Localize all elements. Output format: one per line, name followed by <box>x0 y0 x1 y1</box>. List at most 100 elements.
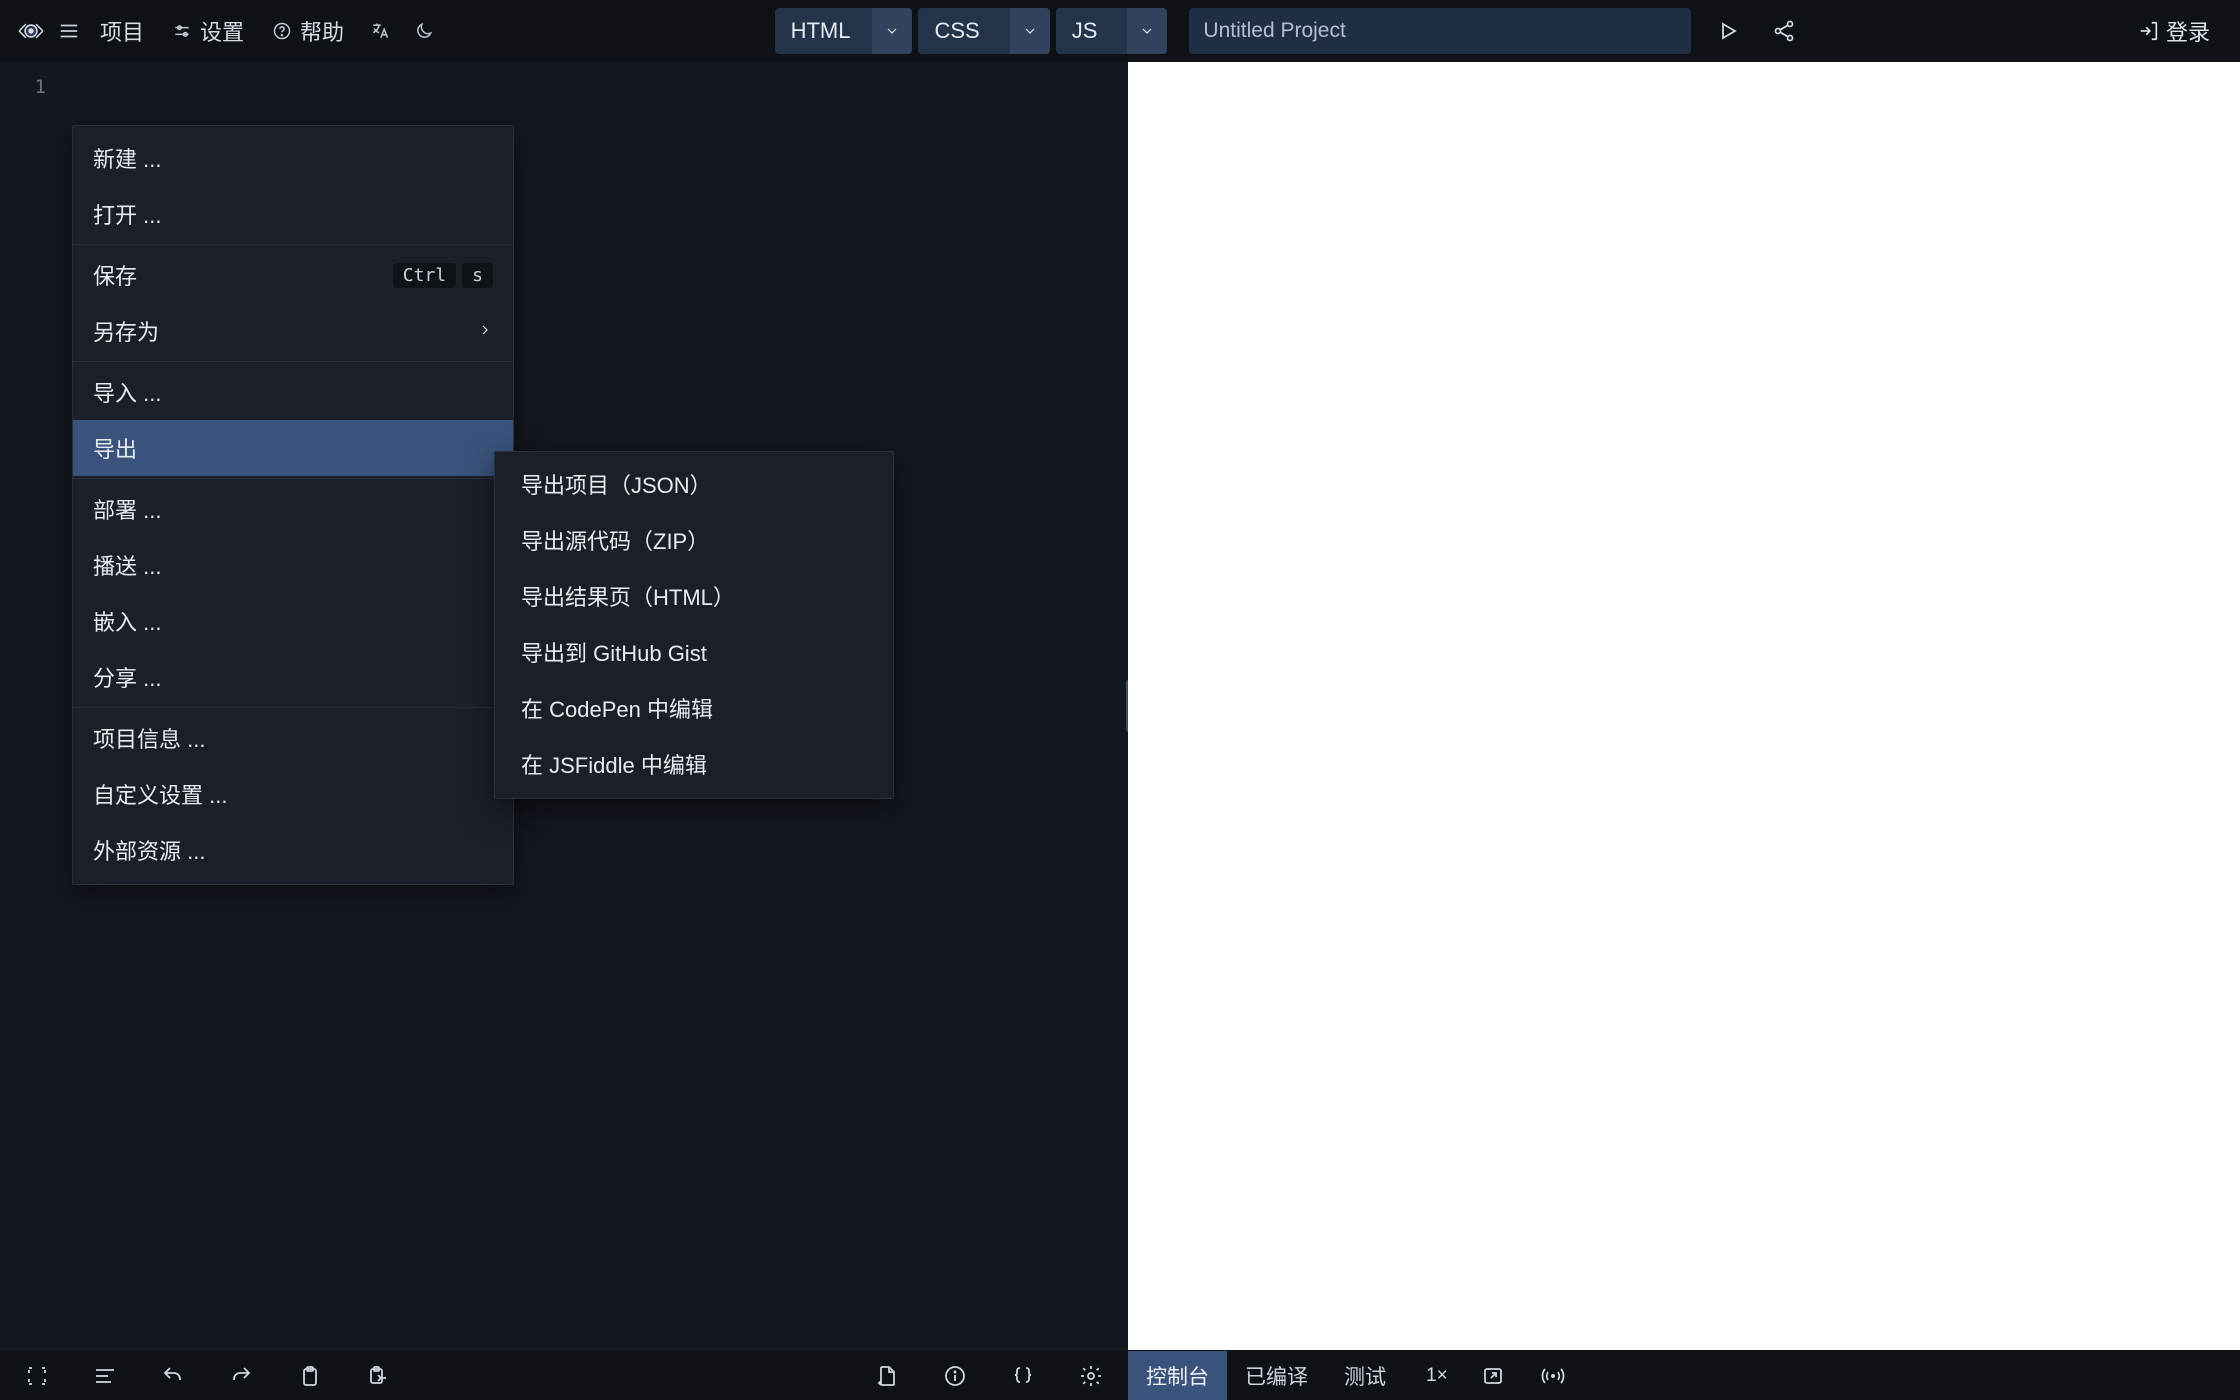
menu-item-new[interactable]: 新建 ... <box>73 130 513 186</box>
menu-item-project-info[interactable]: 项目信息 ... <box>73 710 513 766</box>
chevron-down-icon <box>1139 23 1155 39</box>
menu-item-label: 导出 <box>93 432 137 464</box>
redo-icon <box>229 1364 253 1388</box>
language-button[interactable] <box>362 11 398 51</box>
format-button[interactable] <box>90 1361 120 1391</box>
settings-button[interactable] <box>1076 1361 1106 1391</box>
external-window-icon <box>1481 1364 1505 1388</box>
project-title-input[interactable] <box>1189 8 1691 54</box>
output-tab-console[interactable]: 控制台 <box>1128 1351 1227 1400</box>
menu-project[interactable]: 项目 <box>90 11 154 51</box>
topbar-right-actions <box>1713 16 1799 46</box>
menu-item-label: 自定义设置 ... <box>93 778 227 810</box>
editor-tab-html-dropdown[interactable] <box>872 8 912 54</box>
theme-toggle[interactable] <box>406 11 442 51</box>
editor-tab-label: CSS <box>918 18 1009 44</box>
zoom-level[interactable]: 1× <box>1426 1365 1448 1387</box>
menu-separator <box>73 361 513 362</box>
export-file-button[interactable] <box>872 1361 902 1391</box>
info-icon <box>943 1364 967 1388</box>
output-tab-label: 已编译 <box>1245 1361 1308 1391</box>
run-button[interactable] <box>1713 16 1743 46</box>
submenu-edit-jsfiddle[interactable]: 在 JSFiddle 中编辑 <box>495 736 893 792</box>
menu-item-label: 打开 ... <box>93 198 161 230</box>
translate-icon <box>370 21 390 41</box>
preview-pane <box>1128 62 2240 1350</box>
help-icon <box>272 21 292 41</box>
clipboard-icon <box>297 1364 321 1388</box>
menu-settings-label: 设置 <box>200 15 244 47</box>
menu-settings[interactable]: 设置 <box>162 11 254 51</box>
menu-separator <box>73 707 513 708</box>
menu-item-label: 部署 ... <box>93 493 161 525</box>
line-number: 1 <box>0 76 46 98</box>
editor-tab-css[interactable]: CSS <box>918 8 1049 54</box>
submenu-edit-codepen[interactable]: 在 CodePen 中编辑 <box>495 680 893 736</box>
paste-button[interactable] <box>362 1361 392 1391</box>
new-window-button[interactable] <box>1478 1361 1508 1391</box>
fullscreen-button[interactable] <box>22 1361 52 1391</box>
gear-icon <box>1079 1364 1103 1388</box>
fullscreen-icon <box>25 1364 49 1388</box>
output-tabs: 控制台 已编译 测试 <box>1128 1351 1404 1400</box>
braces-icon <box>1011 1364 1035 1388</box>
redo-button[interactable] <box>226 1361 256 1391</box>
undo-button[interactable] <box>158 1361 188 1391</box>
submenu-export-gist[interactable]: 导出到 GitHub Gist <box>495 624 893 680</box>
chevron-right-icon <box>477 318 493 344</box>
editor-tab-html[interactable]: HTML <box>775 8 913 54</box>
line-gutter: 1 <box>0 62 60 1350</box>
json-button[interactable] <box>1008 1361 1038 1391</box>
bottombar: 控制台 已编译 测试 1× <box>0 1350 2240 1400</box>
menu-item-share[interactable]: 分享 ... <box>73 649 513 705</box>
editor-tab-js[interactable]: JS <box>1056 8 1168 54</box>
broadcast-button[interactable] <box>1538 1361 1568 1391</box>
export-submenu: 导出项目（JSON） 导出源代码（ZIP） 导出结果页（HTML） 导出到 Gi… <box>494 451 894 799</box>
bottombar-preview-tools: 1× <box>1404 1361 1590 1391</box>
menu-item-broadcast[interactable]: 播送 ... <box>73 537 513 593</box>
sliders-icon <box>172 21 192 41</box>
submenu-export-source-zip[interactable]: 导出源代码（ZIP） <box>495 512 893 568</box>
broadcast-icon <box>1541 1364 1565 1388</box>
menu-help[interactable]: 帮助 <box>262 11 354 51</box>
menu-item-external-resources[interactable]: 外部资源 ... <box>73 822 513 878</box>
project-menu-dropdown: 新建 ... 打开 ... 保存Ctrls 另存为 导入 ... 导出 部署 .… <box>72 125 514 885</box>
menu-item-save-as[interactable]: 另存为 <box>73 303 513 359</box>
chevron-down-icon <box>884 23 900 39</box>
menu-item-deploy[interactable]: 部署 ... <box>73 481 513 537</box>
login-icon <box>2138 20 2160 42</box>
align-left-icon <box>93 1364 117 1388</box>
bottombar-editor-tools <box>0 1361 1128 1391</box>
output-tab-compiled[interactable]: 已编译 <box>1227 1351 1326 1400</box>
submenu-export-result-html[interactable]: 导出结果页（HTML） <box>495 568 893 624</box>
editor-tab-css-dropdown[interactable] <box>1010 8 1050 54</box>
menu-item-label: 项目信息 ... <box>93 722 205 754</box>
login-button[interactable]: 登录 <box>2132 9 2216 53</box>
share-icon <box>1772 19 1796 43</box>
submenu-export-project-json[interactable]: 导出项目（JSON） <box>495 456 893 512</box>
menu-item-label: 新建 ... <box>93 142 161 174</box>
main: 1 新建 ... 打开 ... 保存Ctrls 另存为 导入 ... 导出 部署… <box>0 62 2240 1350</box>
menu-item-export[interactable]: 导出 <box>73 420 513 476</box>
output-tab-label: 测试 <box>1344 1361 1386 1391</box>
menu-item-label: 外部资源 ... <box>93 834 205 866</box>
info-button[interactable] <box>940 1361 970 1391</box>
menu-item-import[interactable]: 导入 ... <box>73 364 513 420</box>
menu-item-label: 导出结果页（HTML） <box>521 580 735 612</box>
menu-item-embed[interactable]: 嵌入 ... <box>73 593 513 649</box>
menu-item-label: 在 JSFiddle 中编辑 <box>521 748 707 780</box>
menu-item-label: 导出到 GitHub Gist <box>521 636 707 668</box>
editor-tab-js-dropdown[interactable] <box>1127 8 1167 54</box>
editor-tabs: HTML CSS JS <box>775 8 1168 54</box>
menu-item-save[interactable]: 保存Ctrls <box>73 247 513 303</box>
editor-tab-label: JS <box>1056 18 1128 44</box>
output-tab-tests[interactable]: 测试 <box>1326 1351 1404 1400</box>
menu-item-label: 另存为 <box>93 315 159 347</box>
menu-item-label: 导出源代码（ZIP） <box>521 524 709 556</box>
menu-item-open[interactable]: 打开 ... <box>73 186 513 242</box>
share-button[interactable] <box>1769 16 1799 46</box>
menu-item-custom-settings[interactable]: 自定义设置 ... <box>73 766 513 822</box>
editor-tab-label: HTML <box>775 18 873 44</box>
hamburger-icon[interactable] <box>56 11 82 51</box>
copy-button[interactable] <box>294 1361 324 1391</box>
